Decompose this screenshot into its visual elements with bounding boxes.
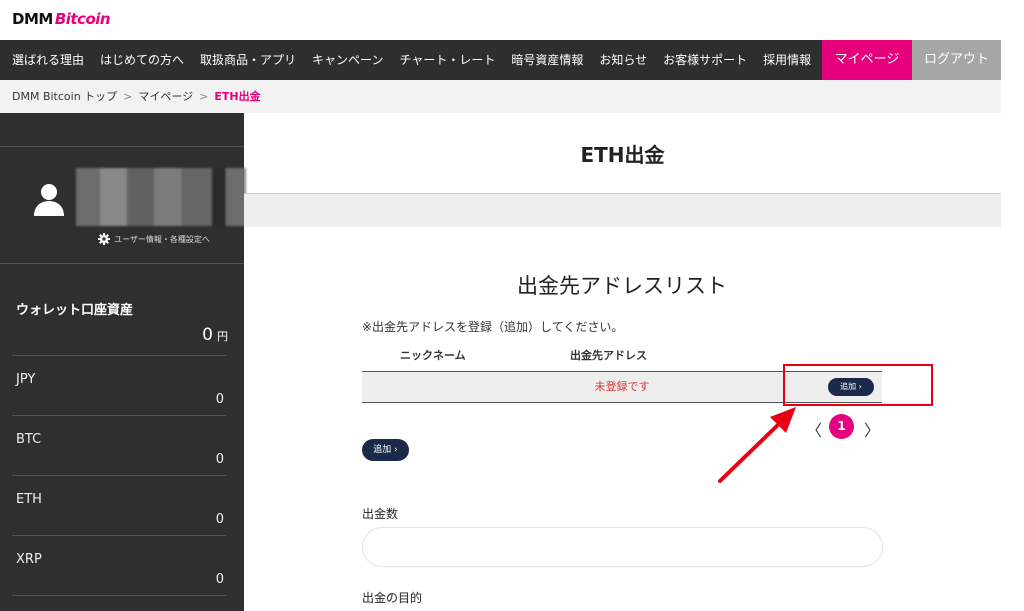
amount-label: 出金数 (362, 507, 399, 521)
asset-label-btc: BTC (16, 432, 42, 447)
asset-label-xrp: XRP (16, 552, 42, 567)
nav-item-support[interactable]: お客様サポート (655, 40, 755, 80)
asset-value-btc: 0 (215, 452, 224, 467)
breadcrumb-separator: > (199, 90, 209, 103)
user-avatar-icon (30, 180, 68, 218)
user-settings-link[interactable]: ユーザー情報・各種設定へ (98, 233, 210, 245)
amount-input[interactable] (362, 527, 883, 567)
dmm-bitcoin-logo[interactable]: DMM Bitcoin (12, 10, 111, 28)
logo-dmm-text: DMM (12, 10, 53, 28)
wallet-total: 0円 (202, 325, 228, 345)
asset-value-eth: 0 (215, 512, 224, 527)
address-notice: ※出金先アドレスを登録（追加）してください。 (362, 320, 624, 334)
mypage-button[interactable]: マイページ (822, 40, 912, 80)
pager-next-button[interactable]: 〉 (864, 417, 880, 441)
asset-label-jpy: JPY (16, 372, 36, 387)
column-header-nickname: ニックネーム (400, 349, 466, 362)
nav-item-recruit[interactable]: 採用情報 (755, 40, 819, 80)
pager-current-page[interactable]: 1 (829, 414, 854, 439)
logo-bitcoin-text: Bitcoin (54, 10, 111, 28)
asset-value-xrp: 0 (215, 572, 224, 587)
chevron-right-icon: › (394, 445, 398, 455)
address-list-title: 出金先アドレスリスト (517, 274, 727, 298)
asset-value-jpy: 0 (215, 392, 224, 407)
nav-item-campaign[interactable]: キャンペーン (304, 40, 391, 80)
add-address-label: 追加 (373, 445, 392, 455)
blurred-user-name (76, 168, 246, 226)
sidebar-divider (12, 415, 226, 416)
user-settings-label: ユーザー情報・各種設定へ (114, 234, 210, 244)
nav-item-news[interactable]: お知らせ (591, 40, 655, 80)
gear-icon (98, 233, 110, 245)
asset-label-eth: ETH (16, 492, 42, 507)
sidebar-divider (12, 355, 226, 356)
breadcrumb-home-link[interactable]: DMM Bitcoin トップ (12, 90, 117, 103)
nav-item-reasons[interactable]: 選ばれる理由 (0, 40, 92, 80)
sidebar-divider (12, 535, 226, 536)
sidebar-divider (12, 595, 226, 596)
global-nav: 選ばれる理由 はじめての方へ 取扱商品・アプリ キャンペーン チャート・レート … (0, 40, 1001, 80)
sidebar: ユーザー情報・各種設定へ ウォレット口座資産 0円 JPY 0 BTC 0 ET… (0, 113, 246, 611)
wallet-total-unit: 円 (217, 330, 228, 343)
sidebar-divider (0, 263, 244, 264)
purpose-label: 出金の目的 (362, 591, 423, 605)
nav-item-products[interactable]: 取扱商品・アプリ (192, 40, 304, 80)
breadcrumb-current: ETH出金 (214, 90, 261, 103)
page-title: ETH出金 (580, 143, 665, 167)
pager-prev-button[interactable]: 〈 (806, 417, 822, 441)
add-address-button[interactable]: 追加 › (362, 439, 409, 461)
sidebar-divider (12, 475, 226, 476)
nav-item-beginners[interactable]: はじめての方へ (92, 40, 192, 80)
site-header: DMM Bitcoin (0, 0, 1024, 40)
right-margin (1001, 40, 1024, 611)
annotation-arrow-icon (718, 407, 796, 483)
logout-button[interactable]: ログアウト (912, 40, 1001, 80)
breadcrumb: DMM Bitcoin トップ > マイページ > ETH出金 (0, 80, 1001, 113)
nav-item-crypto-info[interactable]: 暗号資産情報 (503, 40, 591, 80)
nav-item-chart[interactable]: チャート・レート (391, 40, 503, 80)
breadcrumb-separator: > (123, 90, 133, 103)
gray-band (244, 194, 1001, 227)
column-header-address: 出金先アドレス (570, 349, 647, 362)
wallet-total-value: 0 (202, 325, 213, 345)
breadcrumb-mypage-link[interactable]: マイページ (138, 90, 193, 103)
sidebar-divider (0, 146, 244, 147)
wallet-title: ウォレット口座資産 (16, 303, 134, 318)
